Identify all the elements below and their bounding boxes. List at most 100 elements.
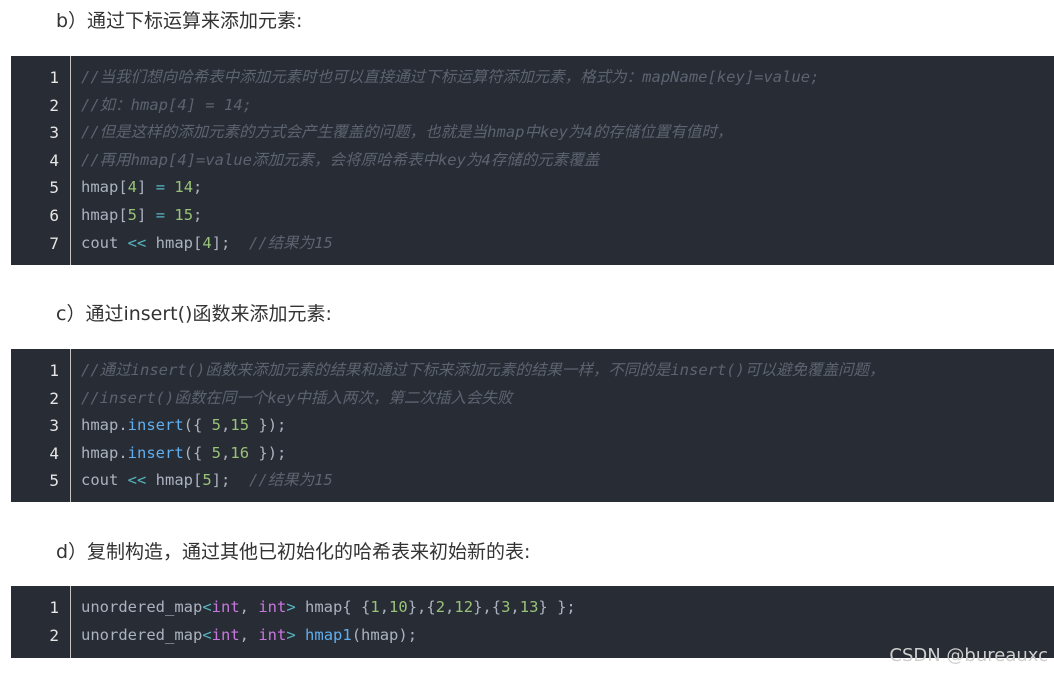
code-token: ] xyxy=(137,205,156,224)
code-text: cout << hmap[4]; //结果为15 xyxy=(81,230,1050,258)
code-text: hmap[4] = 14; xyxy=(81,174,1050,202)
code-token: < xyxy=(202,598,212,616)
code-token: (hmap); xyxy=(351,625,418,644)
code-token: int xyxy=(258,625,287,644)
code-token: , xyxy=(379,598,390,616)
code-token: 5 xyxy=(127,205,138,224)
code-token: ({ xyxy=(183,416,212,435)
code-text: //insert()函数在同一个key中插入两次，第二次插入会失败 xyxy=(81,385,1050,413)
code-token: ({ xyxy=(183,443,212,462)
code-token: 10 xyxy=(389,598,408,616)
line-number: 1 xyxy=(49,361,59,380)
code-token: , xyxy=(239,598,259,616)
code-token: , xyxy=(221,416,231,435)
code-line: 5 hmap[4] = 14; xyxy=(11,174,1054,202)
code-token: 15 xyxy=(230,416,250,435)
code-token: hmap1 xyxy=(305,625,352,644)
code-token: hmap[ xyxy=(81,178,128,197)
code-token: //结果为15 xyxy=(249,471,333,490)
line-number: 5 xyxy=(49,471,59,491)
section-d-heading: d）复制构造，通过其他已初始化的哈希表来初始新的表: xyxy=(56,541,531,563)
code-line: 2 //insert()函数在同一个key中插入两次，第二次插入会失败 xyxy=(11,385,1054,413)
code-token: 14 xyxy=(174,178,194,197)
code-token: 2 xyxy=(435,598,446,616)
code-text: cout << hmap[5]; //结果为15 xyxy=(81,467,1050,495)
code-token: , xyxy=(510,598,520,616)
code-line: 2 //如：hmap[4] = 14; xyxy=(11,92,1054,120)
code-token: 5 xyxy=(211,443,222,462)
code-token: } }; xyxy=(538,598,576,616)
code-token: > xyxy=(286,598,296,616)
code-token: , xyxy=(445,598,455,616)
code-token: 12 xyxy=(454,598,474,616)
code-token: int xyxy=(211,598,240,616)
code-line: 6 hmap[5] = 15; xyxy=(11,202,1054,230)
code-token: unordered_map xyxy=(81,598,203,616)
code-token: hmap. xyxy=(81,443,128,462)
code-token: int xyxy=(258,598,287,616)
code-token: cout xyxy=(81,471,128,490)
code-token: unordered_map xyxy=(81,625,203,644)
code-block-c: 1 //通过insert()函数来添加元素的结果和通过下标来添加元素的结果一样，不… xyxy=(11,349,1054,502)
code-token: //再用hmap[4]=value添加元素，会将原哈希表中key为4存储的元素覆… xyxy=(81,150,600,169)
code-token: = xyxy=(155,205,166,224)
code-token: }); xyxy=(249,416,287,435)
code-token: //如：hmap[4] = 14; xyxy=(81,95,252,114)
code-line: 1 unordered_map<int, int> hmap{ {1,10},{2… xyxy=(11,594,1054,622)
code-token: //当我们想向哈希表中添加元素时也可以直接通过下标运算符添加元素，格式为：map… xyxy=(81,68,820,86)
code-text: unordered_map<int, int> hmap{ {1,10},{2,… xyxy=(81,594,1050,622)
line-number: 4 xyxy=(49,443,59,463)
code-token: ] xyxy=(137,178,156,197)
code-token: hmap[ xyxy=(81,205,128,224)
code-text: //当我们想向哈希表中添加元素时也可以直接通过下标运算符添加元素，格式为：map… xyxy=(81,64,1050,92)
code-line: 3 //但是这样的添加元素的方式会产生覆盖的问题，也就是当hmap中key为4的存… xyxy=(11,119,1054,147)
code-text: //通过insert()函数来添加元素的结果和通过下标来添加元素的结果一样，不同… xyxy=(81,357,1050,385)
code-text: hmap[5] = 15; xyxy=(81,202,1050,230)
code-token: hmap. xyxy=(81,416,128,435)
code-text: hmap.insert({ 5,15 }); xyxy=(81,412,1050,440)
code-token: , xyxy=(221,443,231,462)
code-token: //但是这样的添加元素的方式会产生覆盖的问题，也就是当hmap中key为4的存储… xyxy=(81,123,733,142)
line-number: 7 xyxy=(49,233,59,253)
line-number: 6 xyxy=(49,205,59,225)
code-text: //但是这样的添加元素的方式会产生覆盖的问题，也就是当hmap中key为4的存储… xyxy=(81,119,1050,147)
code-token: 13 xyxy=(519,598,539,616)
section-c-heading: c）通过insert()函数来添加元素: xyxy=(56,303,332,325)
code-text: //如：hmap[4] = 14; xyxy=(81,92,1050,120)
code-token: hmap[ xyxy=(146,233,203,252)
code-token: int xyxy=(211,625,240,644)
line-number: 5 xyxy=(49,178,59,198)
code-token: hmap[ xyxy=(146,471,203,490)
code-token: //insert()函数在同一个key中插入两次，第二次插入会失败 xyxy=(81,388,513,407)
line-number: 4 xyxy=(49,150,59,170)
code-line: 7 cout << hmap[4]; //结果为15 xyxy=(11,230,1054,258)
code-token: 4 xyxy=(202,233,212,252)
code-token: 3 xyxy=(501,598,511,616)
code-token: }); xyxy=(249,443,287,462)
code-token: << xyxy=(127,471,147,490)
code-token: ; xyxy=(193,205,203,224)
code-line: 1 //当我们想向哈希表中添加元素时也可以直接通过下标运算符添加元素，格式为：ma… xyxy=(11,64,1054,92)
code-token: ; xyxy=(193,178,203,197)
code-token: },{ xyxy=(407,598,436,616)
code-token: < xyxy=(202,625,212,644)
code-text: //再用hmap[4]=value添加元素，会将原哈希表中key为4存储的元素覆… xyxy=(81,147,1050,175)
code-token: },{ xyxy=(473,598,502,616)
line-number: 3 xyxy=(49,123,59,143)
code-token: cout xyxy=(81,233,128,252)
line-number: 1 xyxy=(49,598,59,617)
code-token: 1 xyxy=(370,598,380,616)
code-token: 5 xyxy=(202,471,212,490)
code-token: > xyxy=(286,625,296,644)
line-number: 1 xyxy=(49,68,59,87)
code-token: 5 xyxy=(211,416,222,435)
line-number: 2 xyxy=(49,388,59,408)
code-line: 4 //再用hmap[4]=value添加元素，会将原哈希表中key为4存储的元素… xyxy=(11,147,1054,175)
code-token: insert xyxy=(127,443,184,462)
code-token: //通过insert()函数来添加元素的结果和通过下标来添加元素的结果一样，不同… xyxy=(81,361,885,379)
code-line: 5 cout << hmap[5]; //结果为15 xyxy=(11,467,1054,495)
code-block-b: 1 //当我们想向哈希表中添加元素时也可以直接通过下标运算符添加元素，格式为：ma… xyxy=(11,56,1054,265)
code-text: hmap.insert({ 5,16 }); xyxy=(81,440,1050,468)
